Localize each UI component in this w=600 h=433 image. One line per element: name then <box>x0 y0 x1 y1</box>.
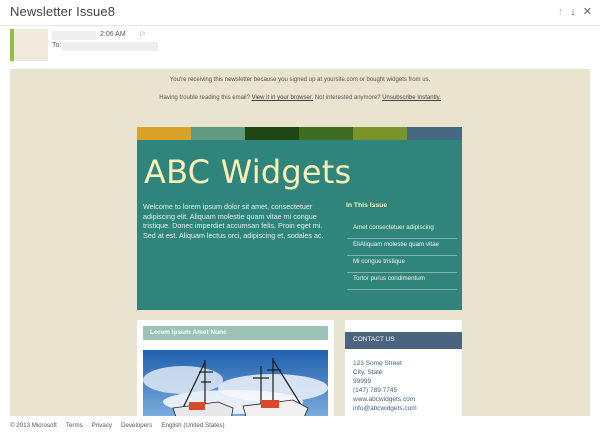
footer-link-developers[interactable]: Developers <box>121 422 152 429</box>
sender-avatar <box>10 29 48 61</box>
color-stripe <box>137 127 462 140</box>
stripe-segment-3 <box>245 127 299 140</box>
footer-link-privacy[interactable]: Privacy <box>92 422 112 429</box>
copyright-text: © 2013 Microsoft <box>10 422 57 429</box>
contact-address: 123 Some Street <box>353 360 402 367</box>
view-in-browser-link[interactable]: View it in your browser. <box>252 95 314 101</box>
arrow-up-icon[interactable]: ↑ <box>558 6 564 18</box>
to-label: To: <box>52 42 62 49</box>
message-time: 2:06 AM <box>100 31 126 38</box>
contact-phone: (147) 789 7745 <box>353 387 398 394</box>
hero-title: ABC Widgets <box>144 153 352 191</box>
footer-link-terms[interactable]: Terms <box>66 422 83 429</box>
trouble-reading-line: Having trouble reading this email? View … <box>10 95 590 101</box>
in-this-issue-heading: In This Issue <box>346 202 388 209</box>
boat-photo-illustration <box>143 350 328 416</box>
contact-heading: CONTACT US <box>345 332 462 349</box>
sender-name-redacted <box>52 31 96 40</box>
contact-email[interactable]: info@abcwidgets.com <box>353 405 417 412</box>
close-icon[interactable]: ✕ <box>583 6 592 18</box>
article-heading: Lorem Ipsum Amet Nunc <box>143 326 328 340</box>
footer-link-language[interactable]: English (United States) <box>161 422 224 429</box>
contact-card: CONTACT US 123 Some Street City, State 9… <box>345 320 462 416</box>
stripe-segment-5 <box>353 127 407 140</box>
unsubscribe-link[interactable]: Unsubscribe Instantly. <box>382 95 441 101</box>
stripe-segment-2 <box>191 127 245 140</box>
issue-list: Amet consectetuer adipiscing EliAliquam … <box>347 222 457 290</box>
not-interested-text: Not interested anymore? <box>314 95 381 101</box>
hero-body: Welcome to lorem ipsum dolor sit amet, c… <box>143 202 324 240</box>
email-body: You're receiving this newsletter because… <box>10 69 590 416</box>
recipient-redacted <box>62 42 158 51</box>
article-photo <box>143 350 328 416</box>
contact-website[interactable]: www.abcwidgets.com <box>353 396 415 403</box>
flag-icon[interactable]: ⚐ <box>139 30 146 39</box>
message-subject: Newsletter Issue8 <box>10 4 116 19</box>
message-header-bar: Newsletter Issue8 ↑ ↓ ✕ <box>0 0 600 26</box>
stripe-segment-1 <box>137 127 191 140</box>
stripe-segment-4 <box>299 127 353 140</box>
article-card: Lorem Ipsum Amet Nunc <box>137 320 334 416</box>
issue-link[interactable]: Tortor purus condimentum <box>347 273 457 290</box>
stripe-segment-6 <box>407 127 462 140</box>
trouble-text: Having trouble reading this email? <box>159 95 250 101</box>
contact-zip: 99999 <box>353 378 372 385</box>
page-footer: © 2013 Microsoft Terms Privacy Developer… <box>0 418 600 433</box>
issue-link[interactable]: Amet consectetuer adipiscing <box>347 222 457 239</box>
issue-link[interactable]: EliAliquam molestie quam vitae <box>347 239 457 256</box>
arrow-down-icon[interactable]: ↓ <box>570 6 576 18</box>
preheader-text: You're receiving this newsletter because… <box>169 77 431 83</box>
hero-panel: ABC Widgets Welcome to lorem ipsum dolor… <box>137 140 462 310</box>
sender-info: 2:06 AM ⚐ To: <box>10 29 600 61</box>
issue-link[interactable]: Mi congue tristique <box>347 256 457 273</box>
contact-city: City, State <box>353 369 383 376</box>
message-nav-controls: ↑ ↓ ✕ <box>558 6 592 18</box>
